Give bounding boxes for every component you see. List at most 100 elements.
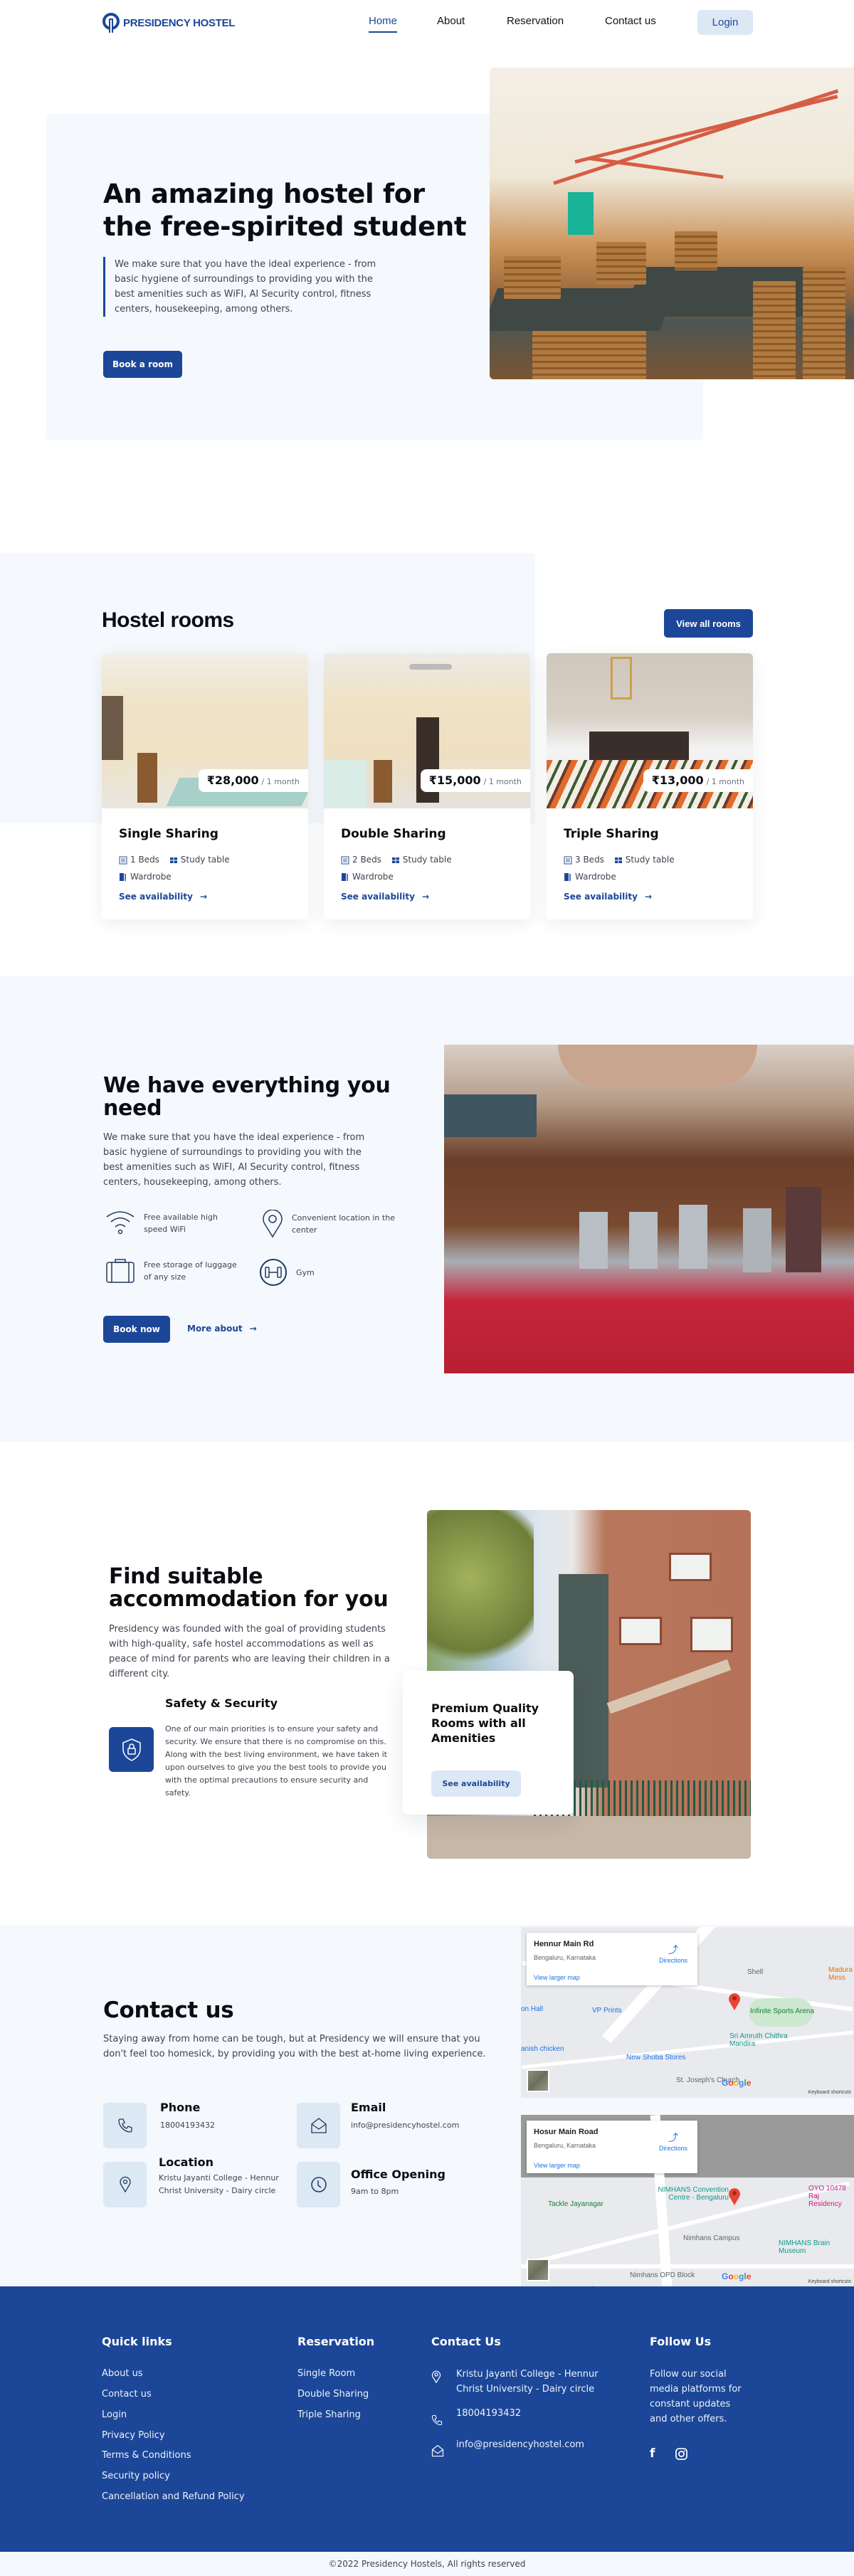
hours-icon-box [297, 2162, 340, 2207]
book-now-button[interactable]: Book now [103, 1316, 170, 1343]
footer-address: Kristu Jayanti College - Hennur Christ U… [456, 2369, 599, 2395]
room-name: Double Sharing [341, 827, 446, 841]
google-logo: Google [722, 2078, 752, 2088]
safety-icon-box [109, 1727, 154, 1772]
brand-logo[interactable]: PRESIDENCY HOSTEL [102, 13, 235, 33]
wardrobe-icon [564, 873, 571, 881]
email-icon-box [297, 2103, 340, 2148]
nav-home[interactable]: Home [369, 15, 398, 33]
location-line-2: Christ University - Dairy circle [159, 2186, 276, 2195]
phone-icon [431, 2414, 443, 2426]
email-value[interactable]: info@presidencyhostel.com [351, 2119, 459, 2132]
nav-about[interactable]: About [437, 15, 465, 27]
nav-reservation[interactable]: Reservation [507, 15, 564, 27]
shield-lock-icon [122, 1738, 141, 1761]
amenities-description: We make sure that you have the ideal exp… [103, 1132, 365, 1188]
contact-description: Staying away from home can be tough, but… [103, 2034, 486, 2059]
accommodation-description: Presidency was founded with the goal of … [109, 1624, 390, 1679]
arrow-right-icon: → [421, 892, 429, 902]
see-availability-link[interactable]: See availability → [341, 892, 429, 902]
room-card-double[interactable]: ₹15,000 / 1 month Double Sharing 2 Beds … [324, 653, 530, 919]
map-region: Bengaluru, Karnataka [534, 1954, 596, 1961]
map-hosur[interactable]: NIMHANS Convention Centre - Bengaluru Ta… [521, 2115, 854, 2287]
location-pin-icon [431, 2370, 441, 2383]
see-availability-link[interactable]: See availability → [119, 892, 207, 902]
room-features: 1 Beds Study table Wardrobe [119, 852, 297, 886]
wardrobe-icon [120, 873, 126, 881]
amenity-location: Convenient location in the center [262, 1210, 404, 1238]
room-card-single[interactable]: ₹28,000 / 1 month Single Sharing 1 Beds … [102, 653, 308, 919]
location-icon-box [103, 2162, 147, 2207]
nav-contact[interactable]: Contact us [605, 15, 656, 27]
room-card-triple[interactable]: ₹13,000 / 1 month Triple Sharing 3 Beds … [547, 653, 753, 919]
footer-follow-title: Follow Us [650, 2335, 712, 2348]
map-poi: New Shoba Stores [626, 2054, 686, 2062]
footer-link-triple-sharing[interactable]: Triple Sharing [297, 2409, 361, 2420]
copyright: ©2022 Presidency Hostels, All rights res… [0, 2552, 854, 2576]
directions-label: Directions [658, 2145, 687, 2152]
facebook-icon[interactable]: f [650, 2446, 655, 2461]
email-label: Email [351, 2101, 386, 2114]
hero-title: An amazing hostel for the free-spirited … [103, 179, 467, 242]
wardrobe-label: Wardrobe [575, 871, 616, 882]
study-table-icon [169, 857, 177, 863]
premium-title: Premium Quality Rooms with all Amenities [431, 1701, 539, 1745]
keyboard-shortcuts-link[interactable]: Keyboard shortcuts [808, 2279, 851, 2284]
footer-link-privacy[interactable]: Privacy Policy [102, 2430, 165, 2441]
footer-link-contact[interactable]: Contact us [102, 2389, 152, 2400]
map-poi: OYO 10478 Raj Residency [808, 2185, 846, 2208]
location-pin-icon [119, 2176, 131, 2193]
satellite-toggle[interactable] [527, 2259, 549, 2281]
footer-link-terms[interactable]: Terms & Conditions [102, 2450, 191, 2461]
login-button[interactable]: Login [697, 10, 753, 35]
directions-link[interactable]: ⤴ Directions [659, 2131, 687, 2152]
view-larger-map-link[interactable]: View larger map [534, 2162, 580, 2169]
accommodation-title: Find suitable accommodation for you [109, 1564, 389, 1612]
footer-link-about[interactable]: About us [102, 2368, 143, 2379]
map-poi: NIMHANS Brain Museum [779, 2239, 831, 2255]
wifi-icon [106, 1211, 135, 1235]
room-features: 3 Beds Study table Wardrobe [564, 852, 742, 886]
directions-link[interactable]: ⤴ Directions [659, 1943, 687, 1964]
map-place-name: Hennur Main Rd [534, 1940, 594, 1948]
view-larger-map-link[interactable]: View larger map [534, 1974, 580, 1981]
footer-link-single-room[interactable]: Single Room [297, 2368, 355, 2379]
footer-link-refund[interactable]: Cancellation and Refund Policy [102, 2491, 245, 2502]
footer-phone[interactable]: 18004193432 [456, 2408, 521, 2419]
map-hennur[interactable]: VP Prints Infinite Sports Arena Sri Amru… [521, 1927, 854, 2098]
premium-rooms-card: Premium Quality Rooms with all Amenities… [403, 1671, 574, 1815]
location-pin-icon [263, 1210, 283, 1238]
lobby-image [444, 1045, 854, 1373]
price-tag: ₹15,000 / 1 month [420, 769, 530, 792]
keyboard-shortcuts-link[interactable]: Keyboard shortcuts [808, 2090, 851, 2095]
map-marker-icon [729, 2188, 740, 2205]
bed-icon [119, 855, 127, 865]
bed-icon [564, 855, 572, 865]
view-all-rooms-button[interactable]: View all rooms [664, 609, 753, 638]
directions-label: Directions [658, 1957, 687, 1964]
map-place-name: Hosur Main Road [534, 2128, 599, 2136]
price-period: / 1 month [706, 777, 744, 786]
more-about-link[interactable]: More about → [187, 1324, 257, 1334]
footer-email[interactable]: info@presidencyhostel.com [456, 2439, 584, 2450]
map-poi: Sri Amruth Chithra Mandira [729, 2032, 788, 2048]
price-amount: ₹28,000 [206, 774, 259, 787]
footer-contact-title: Contact Us [431, 2335, 501, 2348]
footer-link-login[interactable]: Login [102, 2409, 127, 2420]
see-availability-button[interactable]: See availability [431, 1770, 521, 1797]
envelope-open-icon [310, 2118, 327, 2133]
instagram-icon[interactable] [675, 2448, 687, 2460]
footer-quick-links-title: Quick links [102, 2335, 172, 2348]
book-room-button[interactable]: Book a room [103, 351, 182, 378]
phone-value[interactable]: 18004193432 [160, 2119, 215, 2132]
map-poi: Tackle Jayanagar [548, 2200, 603, 2208]
hero-section: An amazing hostel for the free-spirited … [0, 0, 854, 440]
footer-link-security[interactable]: Security policy [102, 2471, 170, 2481]
building-sign [606, 1659, 732, 1714]
satellite-toggle[interactable] [527, 2069, 549, 2092]
price-period: / 1 month [261, 777, 300, 786]
map-poi: Nimhans OPD Block [630, 2271, 695, 2279]
map-poi: Madura Mess [828, 1966, 853, 1982]
see-availability-link[interactable]: See availability → [564, 892, 652, 902]
footer-link-double-sharing[interactable]: Double Sharing [297, 2389, 369, 2400]
